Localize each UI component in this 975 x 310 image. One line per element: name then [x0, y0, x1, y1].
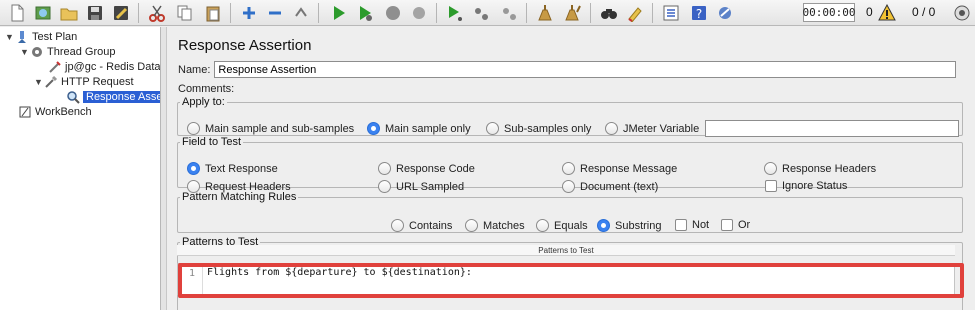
function-helper-icon[interactable] — [660, 2, 682, 24]
expand-triangle-icon[interactable]: ▼ — [34, 77, 44, 87]
wrench-icon — [48, 60, 62, 74]
cut-icon[interactable] — [146, 2, 168, 24]
paste-icon[interactable] — [202, 2, 224, 24]
radio-main-only[interactable]: Main sample only — [367, 122, 471, 135]
tree-item-response-assertion[interactable]: Response Asser — [66, 89, 160, 104]
tree-item-thread-group[interactable]: ▼ Thread Group — [20, 44, 115, 59]
start-icon[interactable] — [328, 2, 350, 24]
clear-icon[interactable] — [534, 2, 556, 24]
remote-start-icon[interactable] — [444, 2, 466, 24]
reset-search-icon[interactable] — [624, 2, 646, 24]
gear-icon — [30, 45, 44, 59]
apply-to-group: Apply to: Main sample and sub-samples Ma… — [177, 96, 963, 137]
comments-label: Comments: — [178, 83, 235, 95]
copy-icon[interactable] — [174, 2, 196, 24]
radio-response-headers[interactable]: Response Headers — [764, 162, 876, 175]
or-checkbox[interactable]: Or — [721, 219, 750, 231]
stop-icon[interactable] — [382, 2, 404, 24]
assertion-panel: Response Assertion Name: Comments: Apply… — [168, 27, 975, 310]
save-icon[interactable] — [84, 2, 106, 24]
warning-icon[interactable] — [876, 2, 898, 24]
jmeter-variable-input[interactable] — [705, 120, 959, 137]
test-plan-tree: ▼ Test Plan ▼ Thread Group jp@gc - Redis… — [0, 27, 161, 310]
panel-splitter[interactable] — [161, 27, 167, 310]
remote-shutdown-icon[interactable] — [498, 2, 520, 24]
radio-equals[interactable]: Equals — [536, 219, 588, 232]
highlight-box — [178, 263, 964, 298]
tree-item-workbench[interactable]: WorkBench — [18, 104, 92, 119]
elapsed-time: 00:00:00 — [803, 3, 856, 22]
remote-status-icon[interactable] — [951, 2, 973, 24]
radio-response-message[interactable]: Response Message — [562, 162, 677, 175]
field-to-test-group: Field to Test Text Response Response Cod… — [177, 136, 963, 193]
svg-text:?: ? — [696, 7, 702, 21]
warning-count: 0 — [866, 5, 873, 19]
radio-substring[interactable]: Substring — [597, 219, 661, 232]
help-icon[interactable]: ? — [688, 2, 710, 24]
patterns-column-header: Patterns to Test — [177, 245, 955, 256]
name-field[interactable] — [214, 61, 957, 78]
thread-count: 0 / 0 — [912, 5, 936, 19]
radio-contains[interactable]: Contains — [391, 219, 452, 232]
radio-jmeter-variable[interactable]: JMeter Variable — [605, 122, 699, 135]
pattern-rules-legend: Pattern Matching Rules — [182, 191, 297, 203]
page-title: Response Assertion — [178, 37, 312, 54]
toolbar: ? 00:00:00 0 0 / 0 — [0, 0, 975, 26]
templates-icon[interactable] — [32, 2, 54, 24]
toggle-icon[interactable] — [290, 2, 312, 24]
search-icon[interactable] — [598, 2, 620, 24]
name-row: Name: — [178, 61, 957, 78]
radio-matches[interactable]: Matches — [465, 219, 525, 232]
field-to-test-legend: Field to Test — [182, 136, 242, 148]
name-label: Name: — [178, 63, 211, 76]
workbench-icon — [18, 105, 32, 119]
start-no-pause-icon[interactable] — [354, 2, 376, 24]
pattern-rules-group: Pattern Matching Rules Contains Matches … — [177, 191, 963, 233]
tree-item-redis-data[interactable]: jp@gc - Redis Data — [48, 59, 160, 74]
collapse-icon[interactable] — [264, 2, 286, 24]
expand-triangle-icon[interactable]: ▼ — [5, 32, 15, 42]
apply-to-legend: Apply to: — [182, 96, 225, 108]
tree-item-http-request[interactable]: ▼ HTTP Request — [34, 74, 134, 89]
open-icon[interactable] — [58, 2, 80, 24]
not-checkbox[interactable]: Not — [675, 219, 709, 231]
radio-main-and-sub[interactable]: Main sample and sub-samples — [187, 122, 354, 135]
test-plan-icon — [15, 30, 29, 44]
radio-response-code[interactable]: Response Code — [378, 162, 475, 175]
save-as-icon[interactable] — [110, 2, 132, 24]
radio-text-response[interactable]: Text Response — [187, 162, 278, 175]
shutdown-icon[interactable] — [408, 2, 430, 24]
magnifier-icon — [66, 90, 80, 104]
clear-all-icon[interactable] — [562, 2, 584, 24]
pipette-icon — [44, 75, 58, 89]
expand-triangle-icon[interactable]: ▼ — [20, 47, 30, 57]
expand-icon[interactable] — [238, 2, 260, 24]
new-icon[interactable] — [6, 2, 28, 24]
tree-item-test-plan[interactable]: ▼ Test Plan — [5, 29, 77, 44]
remote-stop-icon[interactable] — [470, 2, 492, 24]
radio-sub-only[interactable]: Sub-samples only — [486, 122, 591, 135]
options-icon[interactable] — [714, 2, 736, 24]
